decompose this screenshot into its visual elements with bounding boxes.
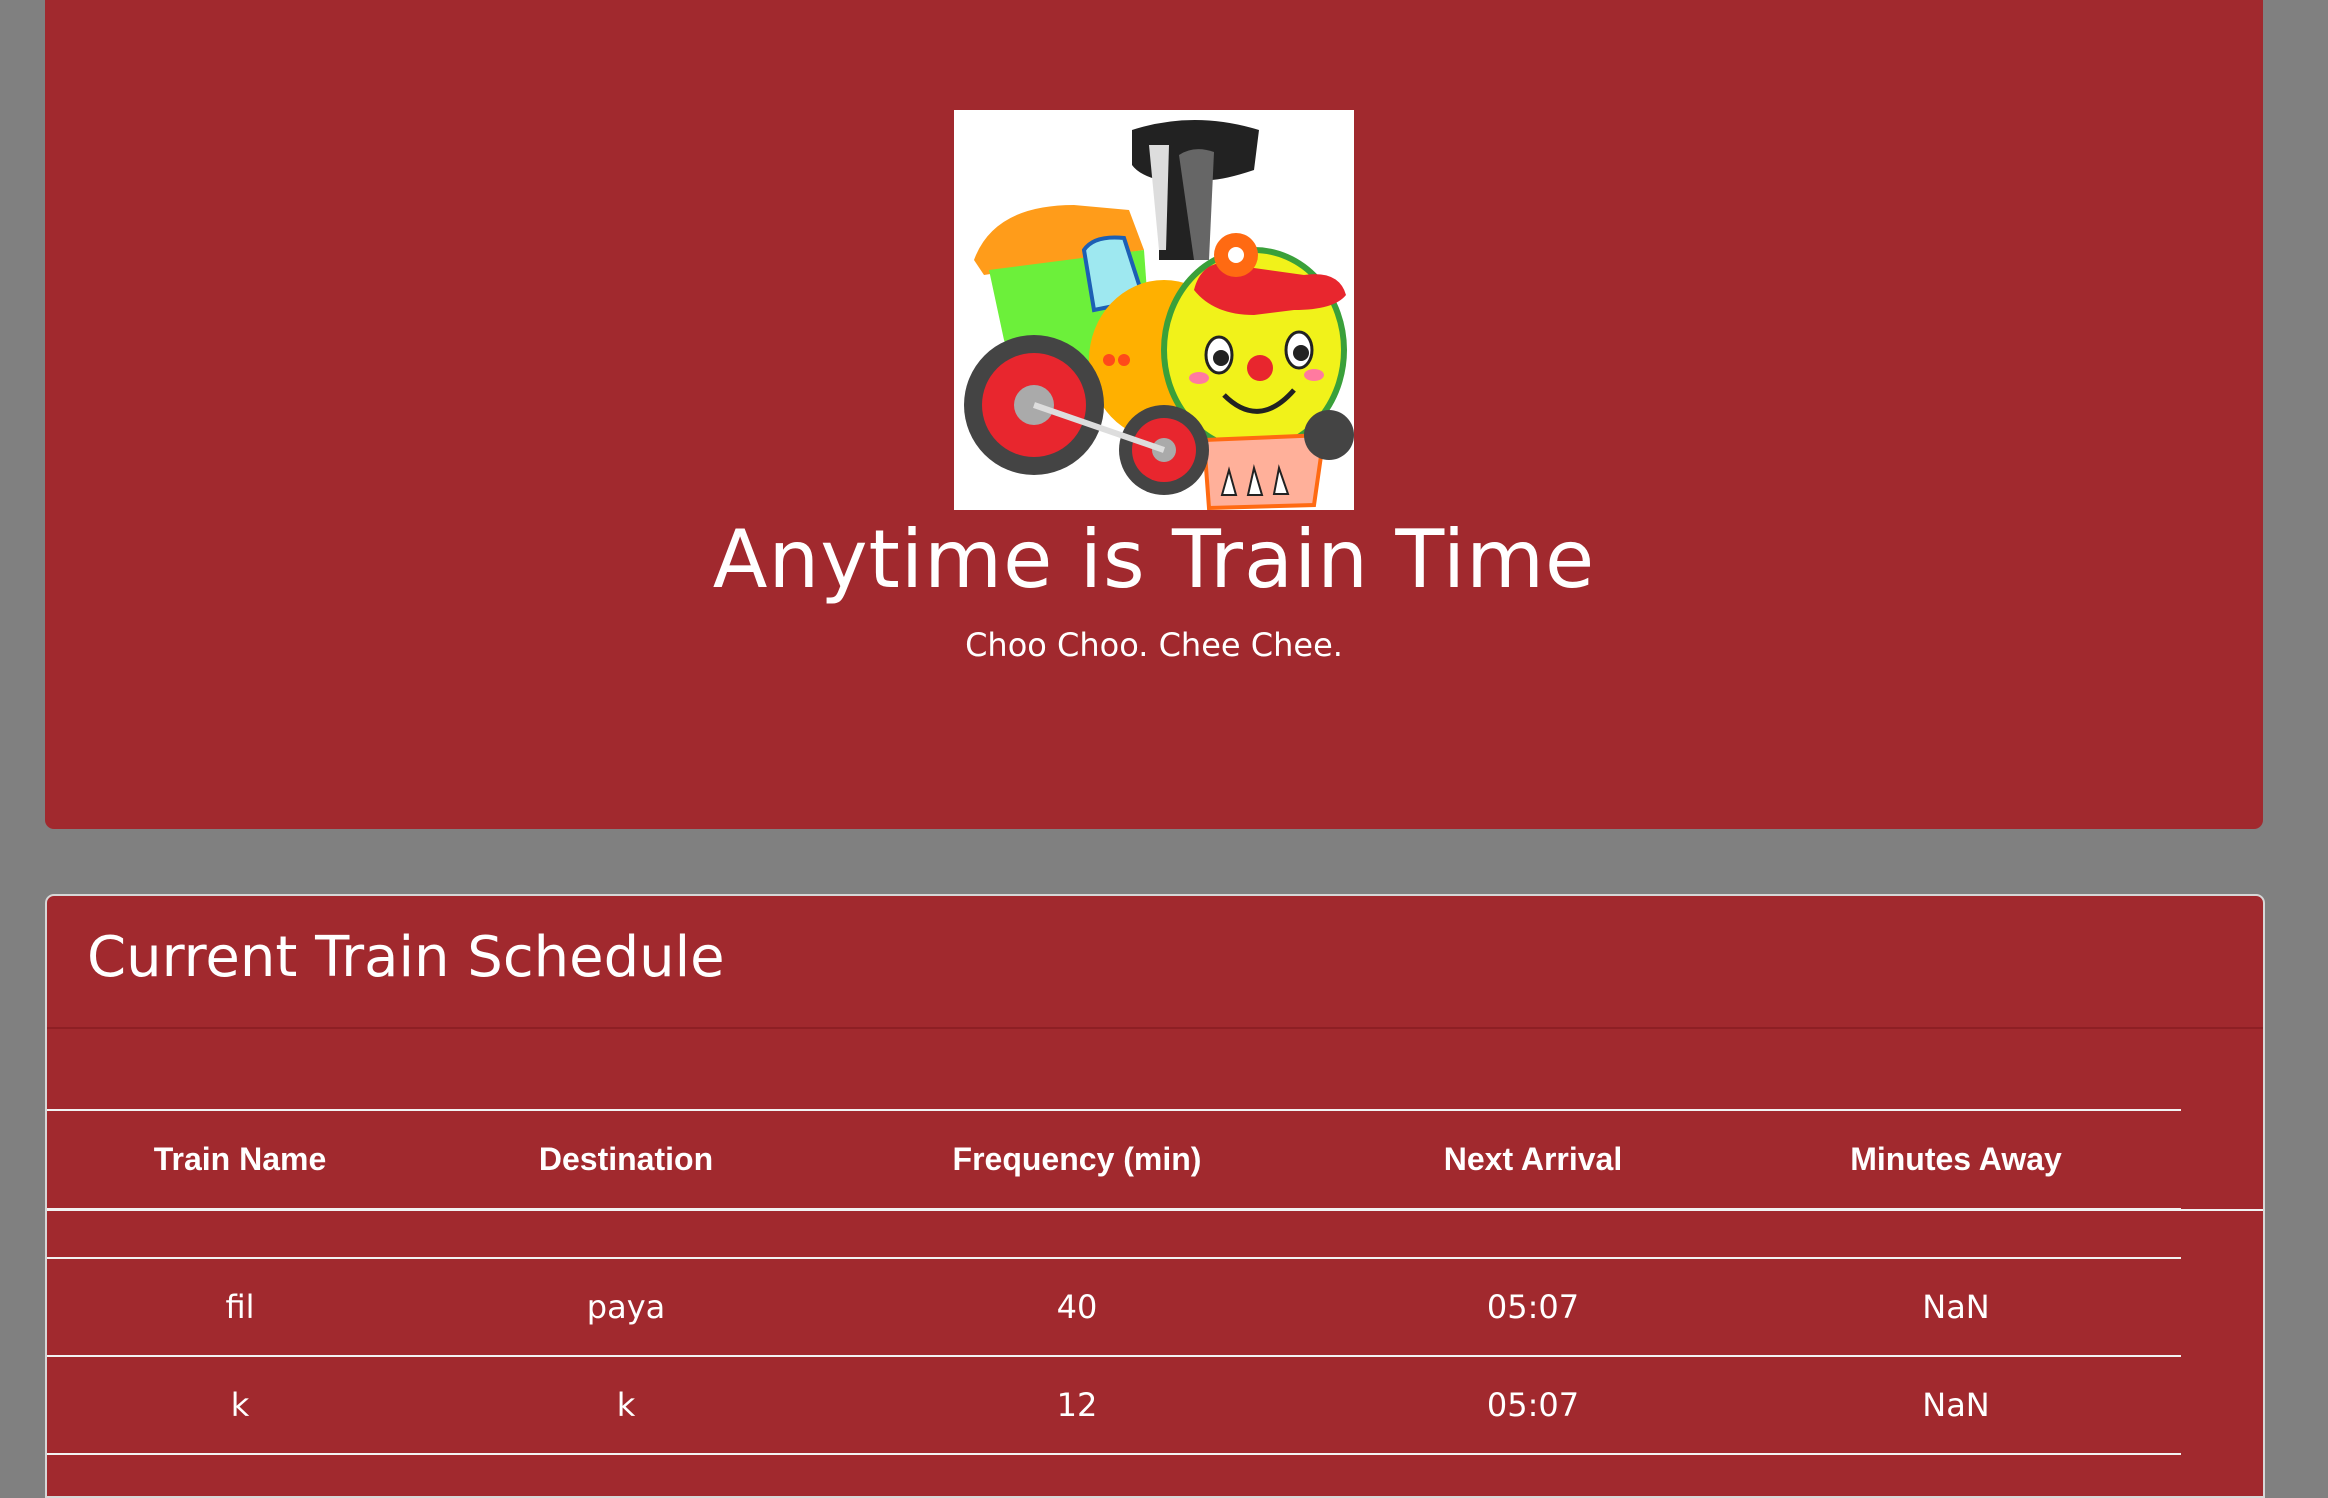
jumbotron-header: Anytime is Train Time Choo Choo. Chee Ch… — [45, 0, 2263, 829]
schedule-panel: Current Train Schedule Train Name Destin… — [45, 894, 2265, 1498]
column-header-frequency: Frequency (min) — [819, 1109, 1335, 1211]
schedule-panel-heading: Current Train Schedule — [47, 896, 2263, 1029]
cell-minutes-away: NaN — [1731, 1258, 2181, 1357]
table-header-row: Train Name Destination Frequency (min) N… — [47, 1109, 2181, 1211]
cell-minutes-away: NaN — [1731, 1356, 2181, 1455]
cell-next-arrival: 05:07 — [1335, 1356, 1731, 1455]
table-spacer-cell — [47, 1209, 2181, 1259]
cell-train-name: k — [47, 1356, 433, 1455]
cell-destination: k — [433, 1356, 819, 1455]
schedule-table-wrap: Train Name Destination Frequency (min) N… — [47, 1109, 2181, 1455]
table-row: fil paya 40 05:07 NaN — [47, 1258, 2181, 1357]
cell-train-name: fil — [47, 1258, 433, 1357]
table-row: k k 12 05:07 NaN — [47, 1356, 2181, 1455]
cartoon-train-icon — [954, 110, 1354, 510]
table-spacer-row — [47, 1209, 2181, 1259]
table-header-divider — [2181, 1209, 2263, 1211]
column-header-destination: Destination — [433, 1109, 819, 1211]
page-title: Anytime is Train Time — [712, 513, 1596, 606]
schedule-title: Current Train Schedule — [87, 925, 725, 990]
column-header-train-name: Train Name — [47, 1109, 433, 1211]
page-subtitle: Choo Choo. Chee Chee. — [965, 626, 1343, 664]
column-header-next-arrival: Next Arrival — [1335, 1109, 1731, 1211]
cell-destination: paya — [433, 1258, 819, 1357]
cell-frequency: 12 — [819, 1356, 1335, 1455]
train-schedule-table: Train Name Destination Frequency (min) N… — [47, 1109, 2181, 1455]
cell-next-arrival: 05:07 — [1335, 1258, 1731, 1357]
column-header-minutes-away: Minutes Away — [1731, 1109, 2181, 1211]
cell-frequency: 40 — [819, 1258, 1335, 1357]
